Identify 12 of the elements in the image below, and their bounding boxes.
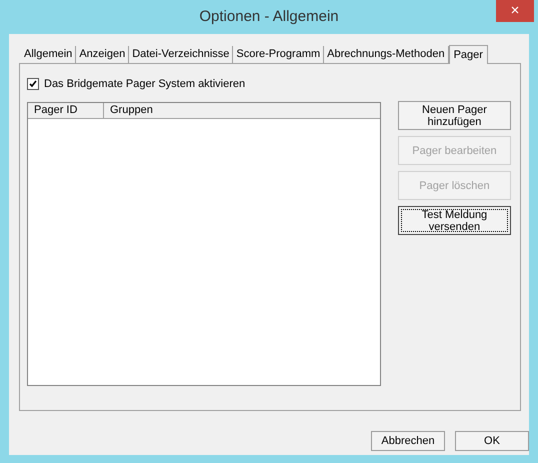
action-button[interactable]: Neuen Pager hinzufügen [398,101,511,130]
column-header[interactable]: Gruppen [104,103,380,118]
dialog-button[interactable]: Abbrechen [371,431,445,451]
action-button[interactable]: Test Meldung versenden [398,206,511,235]
checkmark-icon [29,80,37,88]
close-button[interactable]: × [496,0,534,22]
checkbox[interactable] [27,78,39,90]
column-header[interactable]: Pager ID [28,103,104,118]
checkbox-label: Das Bridgemate Pager System aktivieren [44,76,246,92]
window-title: Optionen - Allgemein [199,6,339,27]
dialog-button[interactable]: OK [455,431,529,451]
tab[interactable]: Pager [448,45,488,64]
